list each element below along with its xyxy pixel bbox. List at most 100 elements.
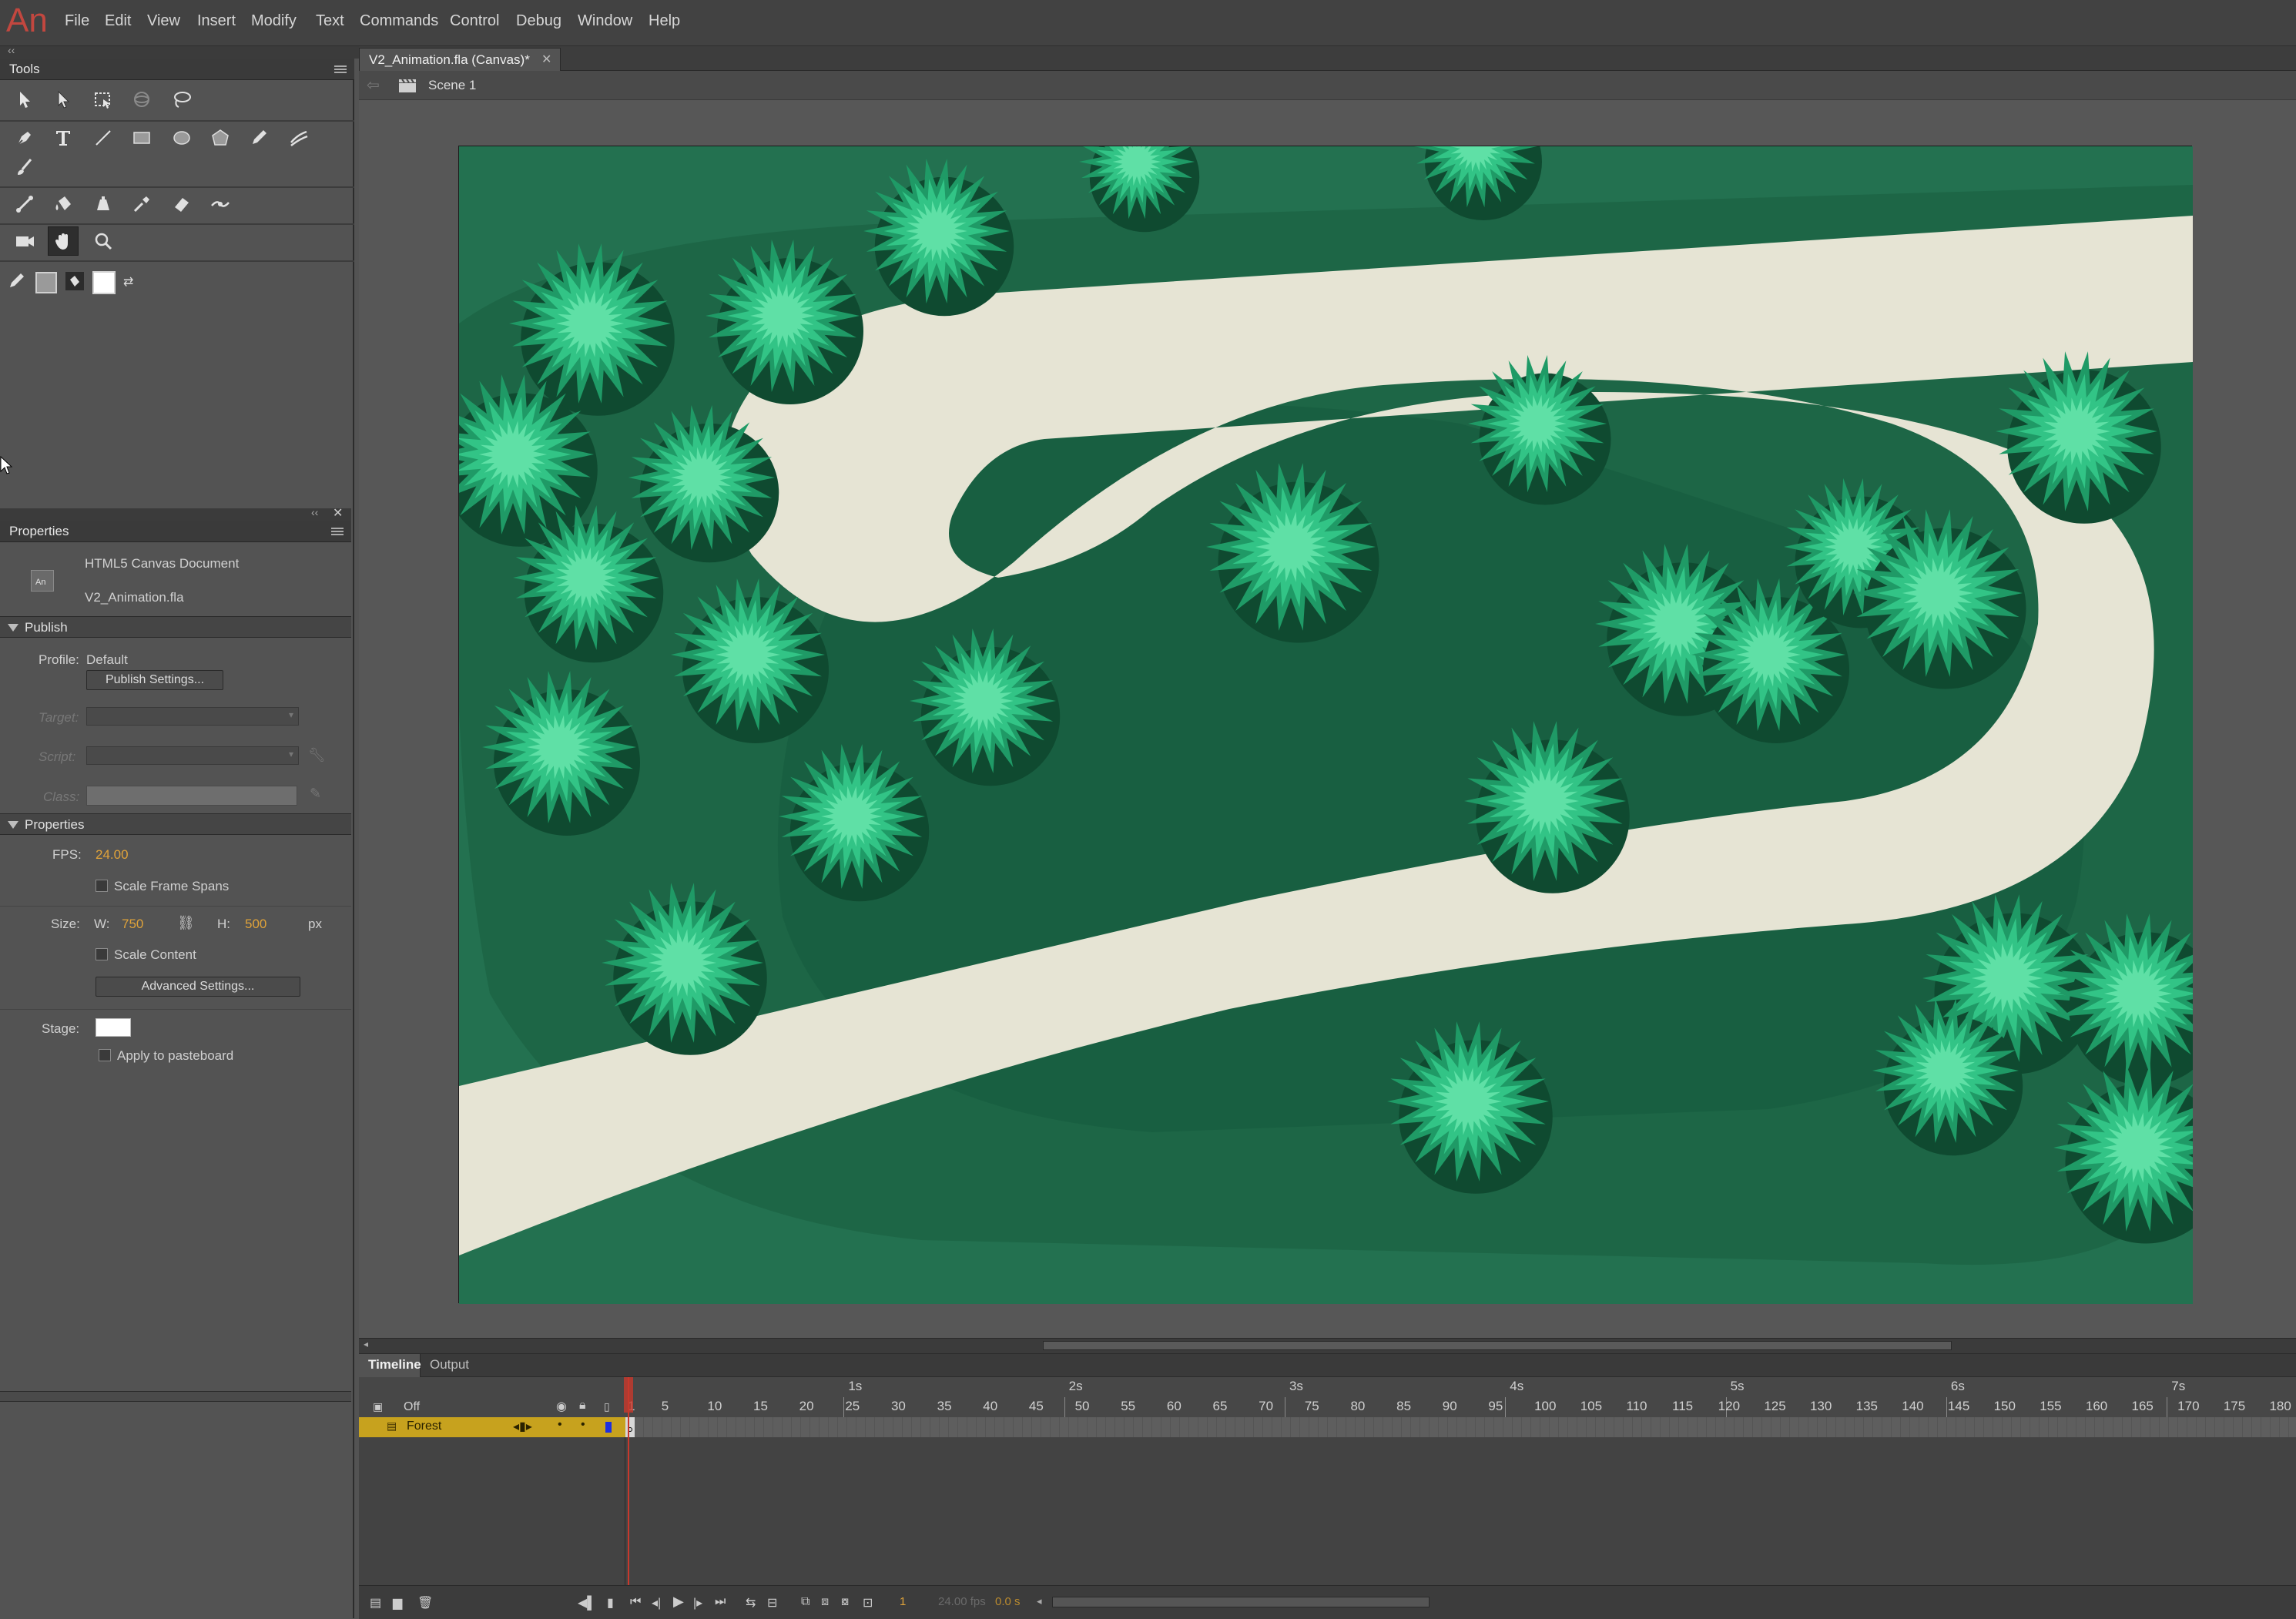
3d-rotation-tool-icon[interactable] xyxy=(126,85,157,114)
paint-brush-tool-icon[interactable] xyxy=(283,123,314,153)
menu-insert[interactable]: Insert xyxy=(197,12,236,30)
scrollbar-thumb[interactable] xyxy=(1043,1341,1952,1350)
scale-frame-spans-checkbox[interactable] xyxy=(96,880,108,892)
onion-skin-icon[interactable]: ⧉ xyxy=(801,1595,809,1609)
edit-multiple-frames-icon[interactable]: ⧇ xyxy=(841,1595,849,1609)
frame-ruler[interactable]: 1s2s3s4s5s6s7s 1510152025303540455055606… xyxy=(625,1377,2296,1417)
panel-resize-handle[interactable] xyxy=(0,1391,351,1402)
layer-nav-arrows-icon[interactable]: ◂▮▸ xyxy=(513,1419,532,1434)
layer-name[interactable]: Forest xyxy=(407,1420,441,1433)
scene-name[interactable]: Scene 1 xyxy=(428,78,476,93)
scroll-left-arrow-icon[interactable]: ◂ xyxy=(1037,1595,1042,1607)
properties-section-header[interactable]: Properties xyxy=(0,813,351,835)
pencil-tool-icon[interactable] xyxy=(243,123,274,153)
step-back-icon[interactable]: ◂| xyxy=(652,1595,661,1611)
paint-bucket-tool-icon[interactable] xyxy=(48,189,79,219)
layer-row-forest[interactable]: ▤ Forest ◂▮▸ • • xyxy=(359,1417,625,1437)
width-value[interactable]: 750 xyxy=(122,917,143,932)
publish-settings-button[interactable]: Publish Settings... xyxy=(86,670,223,690)
forest-frame-track[interactable] xyxy=(625,1417,2296,1437)
step-forward-icon[interactable]: |▸ xyxy=(693,1595,702,1611)
outline-layer-icon[interactable]: ▣ xyxy=(373,1400,383,1413)
camera-toggle-icon[interactable]: ◀▌ xyxy=(578,1595,596,1611)
menu-control[interactable]: Control xyxy=(450,12,499,30)
menu-view[interactable]: View xyxy=(147,12,180,30)
document-tab[interactable]: V2_Animation.fla (Canvas)* ✕ xyxy=(359,48,561,71)
menu-file[interactable]: File xyxy=(65,12,89,30)
fill-color-swatch[interactable] xyxy=(92,271,116,294)
selection-tool-icon[interactable] xyxy=(9,85,40,114)
timeline-scrollbar-thumb[interactable] xyxy=(1052,1597,1430,1607)
center-frame-icon[interactable]: ⊟ xyxy=(767,1595,777,1611)
pen-tool-icon[interactable] xyxy=(9,123,40,153)
oval-tool-icon[interactable] xyxy=(166,123,197,153)
advanced-settings-button[interactable]: Advanced Settings... xyxy=(96,977,300,997)
panel-menu-icon[interactable] xyxy=(334,65,347,74)
polystar-tool-icon[interactable] xyxy=(205,123,236,153)
horizontal-scrollbar[interactable]: ◂ xyxy=(359,1338,2296,1353)
lasso-tool-icon[interactable] xyxy=(166,85,197,114)
brush-tool-icon[interactable] xyxy=(9,153,40,182)
go-to-last-frame-icon[interactable]: ⏭ xyxy=(715,1595,726,1609)
current-frame-value[interactable]: 1 xyxy=(900,1595,906,1608)
show-hide-all-eye-icon[interactable]: ◉ xyxy=(556,1399,567,1414)
ink-bottle-tool-icon[interactable] xyxy=(88,189,119,219)
width-tool-icon[interactable] xyxy=(205,189,236,219)
time-display[interactable]: 0.0 s xyxy=(995,1595,1021,1608)
wrench-icon[interactable]: 🔧︎ xyxy=(308,747,326,763)
height-value[interactable]: 500 xyxy=(245,917,266,932)
menu-window[interactable]: Window xyxy=(578,12,632,30)
class-field[interactable] xyxy=(86,786,297,806)
swap-colors-icon[interactable]: ⇄ xyxy=(123,274,133,290)
menu-commands[interactable]: Commands xyxy=(360,12,438,30)
new-layer-icon[interactable]: ▤ xyxy=(370,1595,381,1611)
edit-class-pencil-icon[interactable]: ✎ xyxy=(310,786,321,802)
stage-color-swatch[interactable] xyxy=(96,1018,131,1037)
target-dropdown[interactable]: ▾ xyxy=(86,707,299,726)
link-dimensions-icon[interactable]: ⛓︎ xyxy=(177,915,195,931)
pin-icon[interactable]: ▮ xyxy=(607,1595,614,1611)
layer-lock-dot-icon[interactable]: • xyxy=(581,1418,585,1432)
loop-icon[interactable]: ⇆ xyxy=(746,1595,756,1611)
panel-menu-icon[interactable] xyxy=(331,528,344,536)
play-icon[interactable]: ▶ xyxy=(673,1594,684,1610)
delete-layer-icon[interactable]: 🗑︎ xyxy=(417,1595,433,1611)
collapse-arrows-icon[interactable]: ‹‹ xyxy=(311,506,318,518)
layer-outline-color-icon[interactable] xyxy=(605,1422,612,1433)
hand-tool-icon[interactable] xyxy=(48,226,79,256)
menu-edit[interactable]: Edit xyxy=(105,12,131,30)
rectangle-tool-icon[interactable] xyxy=(126,123,157,153)
collapse-arrows-icon[interactable]: ‹‹ xyxy=(8,44,15,56)
back-arrow-icon[interactable]: ⇦ xyxy=(367,75,380,95)
keyframe-1[interactable] xyxy=(625,1417,635,1437)
close-tab-icon[interactable]: ✕ xyxy=(541,52,551,67)
menu-debug[interactable]: Debug xyxy=(516,12,561,30)
stroke-color-swatch[interactable] xyxy=(35,272,57,293)
layer-visible-dot-icon[interactable]: • xyxy=(558,1418,562,1432)
fps-value[interactable]: 24.00 xyxy=(96,847,129,863)
new-folder-icon[interactable]: ▆ xyxy=(393,1595,402,1611)
close-icon[interactable]: ✕ xyxy=(333,505,343,521)
free-transform-tool-icon[interactable] xyxy=(88,85,119,114)
tab-output[interactable]: Output xyxy=(430,1357,469,1373)
scroll-left-arrow-icon[interactable]: ◂ xyxy=(364,1339,368,1349)
eraser-tool-icon[interactable] xyxy=(166,189,197,219)
eyedropper-tool-icon[interactable] xyxy=(126,189,157,219)
fps-display[interactable]: 24.00 fps xyxy=(938,1595,986,1608)
menu-modify[interactable]: Modify xyxy=(251,12,297,30)
menu-help[interactable]: Help xyxy=(649,12,680,30)
publish-section-header[interactable]: Publish xyxy=(0,616,351,638)
text-tool-icon[interactable] xyxy=(48,123,79,153)
camera-tool-icon[interactable] xyxy=(9,226,40,256)
modify-markers-icon[interactable]: ⊡ xyxy=(863,1595,873,1611)
menu-text[interactable]: Text xyxy=(316,12,344,30)
outline-all-icon[interactable]: ▯ xyxy=(604,1400,610,1413)
tab-timeline[interactable]: Timeline xyxy=(368,1357,421,1373)
playhead-line[interactable] xyxy=(628,1377,629,1585)
onion-skin-outlines-icon[interactable]: ⧈ xyxy=(821,1595,829,1609)
apply-to-pasteboard-checkbox[interactable] xyxy=(99,1049,111,1061)
zoom-tool-icon[interactable] xyxy=(88,226,119,256)
stage-canvas[interactable] xyxy=(432,85,2227,1304)
lock-all-icon[interactable]: 🔒︎ xyxy=(579,1399,586,1413)
script-dropdown[interactable]: ▾ xyxy=(86,746,299,765)
